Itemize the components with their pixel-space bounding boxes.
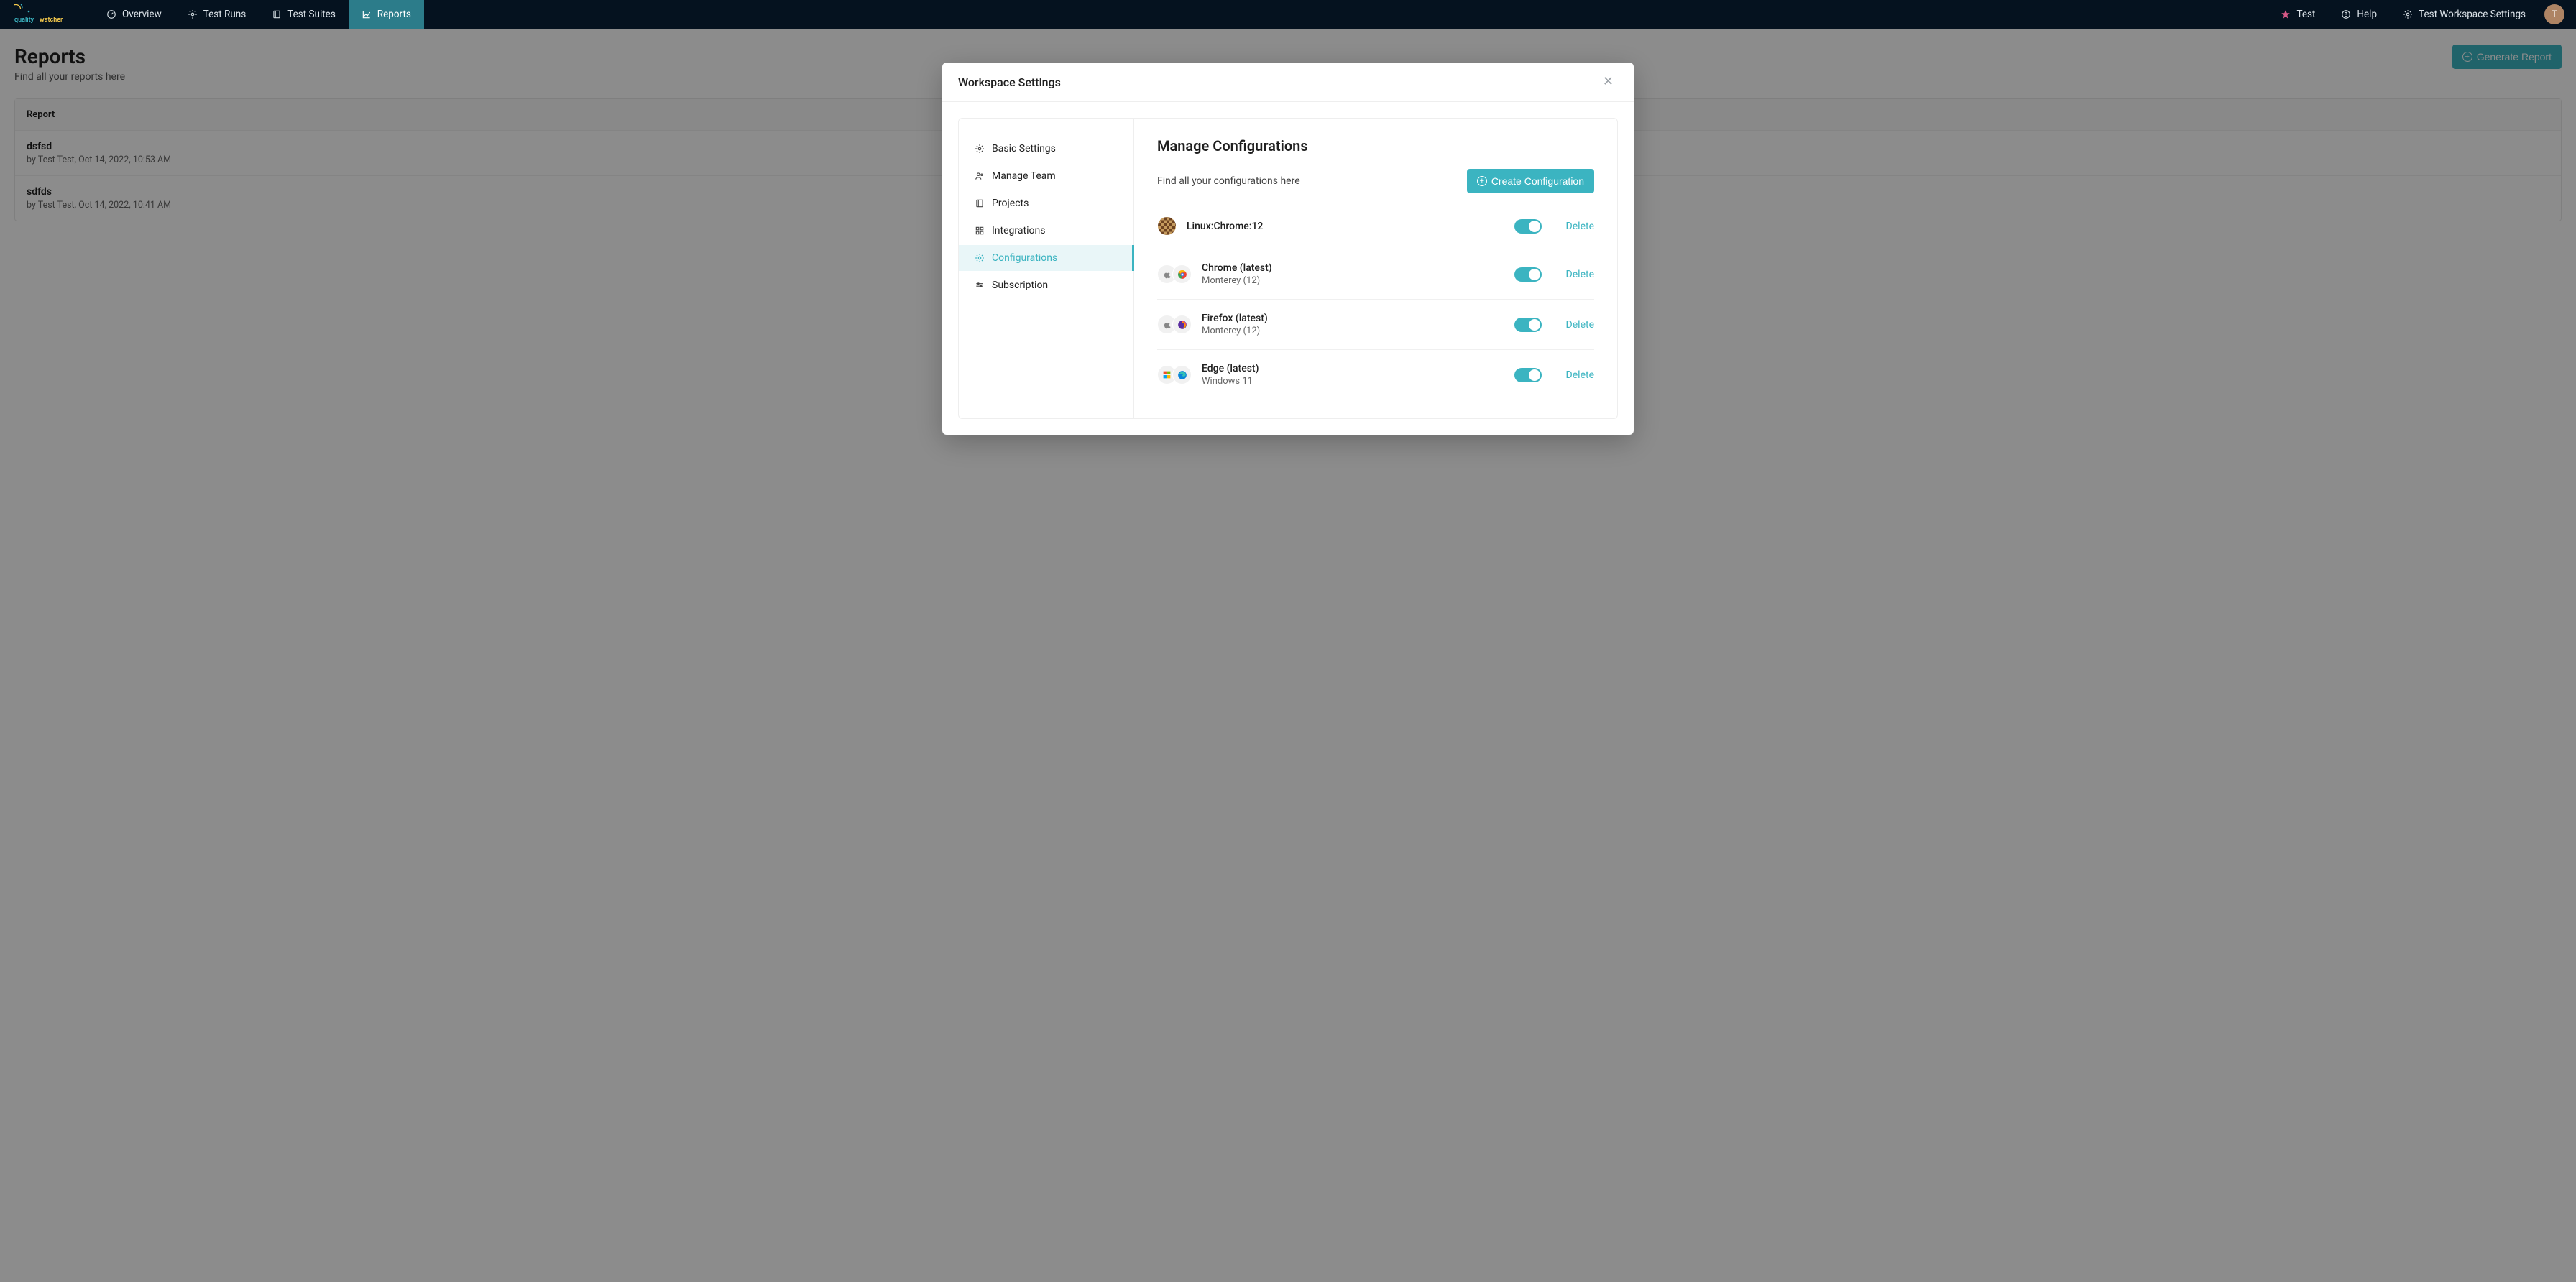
svg-text:watcher: watcher xyxy=(40,17,63,24)
nav-label: Overview xyxy=(122,9,162,20)
settings-card: Basic Settings Manage Team Projects xyxy=(958,118,1618,419)
config-name: Chrome (latest) xyxy=(1202,262,1272,274)
config-name: Firefox (latest) xyxy=(1202,313,1268,324)
plus-circle-icon: + xyxy=(1477,176,1487,186)
avatar-initial: T xyxy=(2552,9,2557,20)
config-os: Monterey (12) xyxy=(1202,275,1272,286)
nav-overview[interactable]: Overview xyxy=(93,0,175,29)
nav-test-suites[interactable]: Test Suites xyxy=(259,0,349,29)
nav-test-runs[interactable]: Test Runs xyxy=(175,0,259,29)
main-subtext: Find all your configurations here xyxy=(1157,175,1300,187)
delete-link[interactable]: Delete xyxy=(1566,369,1594,381)
config-name: Edge (latest) xyxy=(1202,363,1259,374)
modal-overlay[interactable]: Workspace Settings ✕ Basic Settings xyxy=(0,29,2576,1282)
config-icons xyxy=(1157,365,1192,384)
workspace-name: Test xyxy=(2296,9,2315,20)
workspace-switcher[interactable]: Test xyxy=(2268,0,2328,29)
sidebar-item-label: Configurations xyxy=(992,252,1057,264)
help-link[interactable]: Help xyxy=(2328,0,2390,29)
nav-label: Test Runs xyxy=(203,9,246,20)
config-icons xyxy=(1157,315,1192,334)
enabled-toggle[interactable] xyxy=(1514,368,1542,382)
settings-sidebar: Basic Settings Manage Team Projects xyxy=(959,119,1134,418)
pattern-icon xyxy=(1157,216,1177,236)
sidebar-item-integrations[interactable]: Integrations xyxy=(959,218,1133,244)
config-row: Edge (latest) Windows 11 Delete xyxy=(1157,350,1594,400)
create-configuration-button[interactable]: + Create Configuration xyxy=(1467,169,1594,193)
config-icons xyxy=(1157,216,1177,236)
sidebar-item-subscription[interactable]: Subscription xyxy=(959,272,1133,298)
help-label: Help xyxy=(2357,9,2377,20)
svg-text:quality: quality xyxy=(14,17,34,24)
users-icon xyxy=(975,171,985,181)
chart-line-icon xyxy=(362,9,372,19)
enabled-toggle[interactable] xyxy=(1514,219,1542,234)
sidebar-item-configurations[interactable]: Configurations xyxy=(959,245,1134,271)
sidebar-item-label: Subscription xyxy=(992,280,1048,291)
settings-main: Manage Configurations Find all your conf… xyxy=(1134,119,1617,418)
top-navbar: quality watcher Overview Test Runs Test … xyxy=(0,0,2576,29)
nav-reports[interactable]: Reports xyxy=(349,0,424,29)
gear-icon xyxy=(975,144,985,154)
dashboard-icon xyxy=(106,9,116,19)
config-icons xyxy=(1157,264,1192,284)
brand-logo[interactable]: quality watcher xyxy=(0,4,93,24)
config-os: Monterey (12) xyxy=(1202,326,1268,336)
close-icon[interactable]: ✕ xyxy=(1598,73,1618,91)
nav-label: Test Suites xyxy=(288,9,336,20)
sidebar-item-manage-team[interactable]: Manage Team xyxy=(959,163,1133,189)
create-config-label: Create Configuration xyxy=(1491,175,1584,187)
enabled-toggle[interactable] xyxy=(1514,318,1542,332)
enabled-toggle[interactable] xyxy=(1514,267,1542,282)
sidebar-item-label: Basic Settings xyxy=(992,143,1056,155)
workspace-settings-link[interactable]: Test Workspace Settings xyxy=(2390,0,2539,29)
user-avatar[interactable]: T xyxy=(2544,4,2564,24)
sidebar-item-projects[interactable]: Projects xyxy=(959,190,1133,216)
modal-title: Workspace Settings xyxy=(958,75,1061,89)
config-row: Linux:Chrome:12 Delete xyxy=(1157,203,1594,249)
config-row: Chrome (latest) Monterey (12) Delete xyxy=(1157,249,1594,300)
delete-link[interactable]: Delete xyxy=(1566,319,1594,331)
firefox-icon xyxy=(1172,315,1192,334)
main-heading: Manage Configurations xyxy=(1157,137,1594,155)
sliders-icon xyxy=(975,280,985,290)
chrome-icon xyxy=(1172,264,1192,284)
grid-icon xyxy=(975,226,985,236)
ws-settings-label: Test Workspace Settings xyxy=(2419,9,2526,20)
config-os: Windows 11 xyxy=(1202,376,1259,387)
nav-label: Reports xyxy=(377,9,411,20)
delete-link[interactable]: Delete xyxy=(1566,269,1594,280)
gear-icon xyxy=(975,253,985,263)
config-name: Linux:Chrome:12 xyxy=(1187,221,1263,232)
help-icon xyxy=(2341,9,2351,19)
gear-icon xyxy=(2403,9,2413,19)
delete-link[interactable]: Delete xyxy=(1566,221,1594,232)
sidebar-item-label: Projects xyxy=(992,198,1029,209)
gear-icon xyxy=(188,9,198,19)
sidebar-item-basic-settings[interactable]: Basic Settings xyxy=(959,136,1133,162)
config-row: Firefox (latest) Monterey (12) Delete xyxy=(1157,300,1594,350)
edge-icon xyxy=(1172,365,1192,384)
book-icon xyxy=(975,198,985,208)
sidebar-item-label: Integrations xyxy=(992,225,1045,236)
star-icon xyxy=(2281,9,2291,19)
workspace-settings-modal: Workspace Settings ✕ Basic Settings xyxy=(942,63,1634,435)
book-icon xyxy=(272,9,282,19)
sidebar-item-label: Manage Team xyxy=(992,170,1056,182)
